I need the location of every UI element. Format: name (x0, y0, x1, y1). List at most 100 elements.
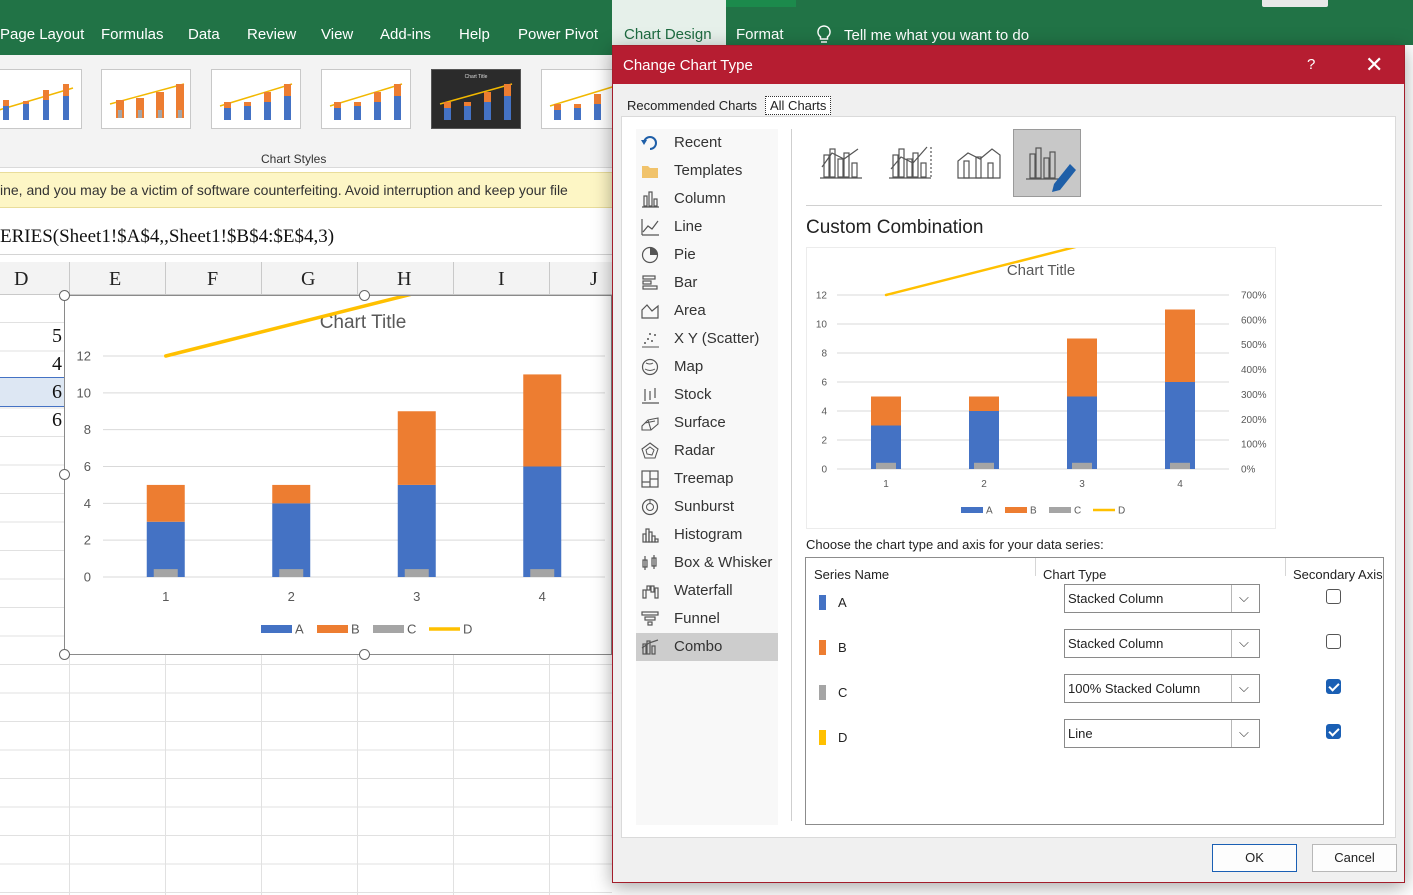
cell-value[interactable]: 6 (52, 381, 62, 404)
chart-type-pie[interactable]: Pie (636, 241, 778, 269)
bar-series-c (974, 462, 994, 469)
chart-type-surface[interactable]: Surface (636, 409, 778, 437)
chart-type-waterfall[interactable]: Waterfall (636, 577, 778, 605)
header-secondary-axis: Secondary Axis (1293, 567, 1383, 582)
subtype-column-line-secondary[interactable] (875, 129, 943, 197)
column-header-d[interactable]: D (14, 268, 28, 291)
chart-resize-handle[interactable] (359, 290, 370, 301)
subtype-area-column[interactable] (944, 129, 1012, 197)
chart-style-thumb-3[interactable] (211, 69, 301, 129)
subtype-custom-combination[interactable] (1013, 129, 1081, 197)
chart-type-column[interactable]: Column (636, 185, 778, 213)
tab-all-charts[interactable]: All Charts (765, 96, 832, 115)
chart-resize-handle[interactable] (359, 649, 370, 660)
series-name: A (838, 595, 847, 610)
chart-resize-handle[interactable] (59, 469, 70, 480)
chart-type-line[interactable]: Line (636, 213, 778, 241)
chart-resize-handle[interactable] (59, 649, 70, 660)
chart-type-label: Sunburst (674, 498, 735, 515)
tab-formulas[interactable]: Formulas (101, 26, 164, 43)
chart-type-recent[interactable]: Recent (636, 129, 778, 157)
embedded-chart[interactable]: Chart Title 0 2 4 6 8 10 12 1 2 3 4 A B C D (64, 259, 612, 655)
x-tick-label: 1 (883, 479, 889, 490)
cell-value[interactable]: 4 (52, 353, 62, 376)
chart-type-area[interactable]: Area (636, 297, 778, 325)
cell-value[interactable]: 5 (52, 325, 62, 348)
column-header-i[interactable]: I (498, 268, 505, 291)
column-header-f[interactable]: F (207, 268, 218, 291)
tab-recommended-charts[interactable]: Recommended Charts (627, 98, 757, 113)
tab-power-pivot[interactable]: Power Pivot (518, 26, 598, 43)
subtype-clustered-column-line[interactable] (806, 129, 874, 197)
chart-type-select[interactable]: Stacked Column ⌵ (1064, 584, 1260, 613)
chart-type-sunburst[interactable]: Sunburst (636, 493, 778, 521)
dialog-titlebar[interactable]: Change Chart Type ? ✕ (613, 46, 1404, 84)
secondary-axis-checkbox[interactable] (1326, 589, 1341, 604)
close-icon[interactable]: ✕ (1365, 52, 1383, 78)
chart-type-label: Recent (674, 134, 722, 151)
cell-value[interactable]: 6 (52, 409, 62, 432)
cancel-button[interactable]: Cancel (1312, 844, 1397, 872)
tell-me-search[interactable]: Tell me what you want to do (814, 24, 1029, 46)
preview-chart-plot: Chart Title 0246810120%100%200%300%400%5… (816, 219, 1267, 517)
y-tick-label: 2 (821, 436, 827, 447)
chart-style-thumb-5[interactable]: Chart Title (431, 69, 521, 129)
secondary-axis-checkbox[interactable] (1326, 634, 1341, 649)
column-header-h[interactable]: H (397, 268, 411, 291)
ok-button[interactable]: OK (1212, 844, 1297, 872)
secondary-axis-checkbox[interactable] (1326, 724, 1341, 739)
chart-type-label: Map (674, 358, 704, 375)
chart-type-templates[interactable]: Templates (636, 157, 778, 185)
chart-type-bar[interactable]: Bar (636, 269, 778, 297)
legend-label: A (295, 622, 304, 637)
legend-label: B (351, 622, 360, 637)
formula-bar[interactable]: ERIES(Sheet1!$A$4,,Sheet1!$B$4:$E$4,3) (0, 220, 612, 255)
tab-data[interactable]: Data (188, 26, 220, 43)
bar-series-a (1067, 396, 1097, 469)
chart-type-treemap[interactable]: Treemap (636, 465, 778, 493)
chevron-down-icon[interactable]: ⌵ (1239, 680, 1249, 696)
chart-style-thumb-2[interactable] (101, 69, 191, 129)
chart-type-stock[interactable]: Stock (636, 381, 778, 409)
tab-add-ins[interactable]: Add-ins (380, 26, 431, 43)
chart-type-x-y-scatter[interactable]: X Y (Scatter) (636, 325, 778, 353)
bar-series-c (279, 569, 304, 577)
chart-type-select[interactable]: Line ⌵ (1064, 719, 1260, 748)
chart-type-box-whisker[interactable]: Box & Whisker (636, 549, 778, 577)
tab-view[interactable]: View (321, 26, 353, 43)
embedded-chart-plot[interactable]: Chart Title 0246810121 2 3 4A B C D (65, 259, 611, 654)
tab-review[interactable]: Review (247, 26, 296, 43)
column-header-j[interactable]: J (590, 268, 598, 291)
tab-format[interactable]: Format (736, 26, 784, 43)
tab-page-layout[interactable]: Page Layout (0, 26, 84, 43)
chart-type-histogram[interactable]: Histogram (636, 521, 778, 549)
bar-series-a (1165, 382, 1195, 469)
chart-type-radar[interactable]: Radar (636, 437, 778, 465)
legend-swatch-a (261, 625, 292, 633)
y2-tick-label: 400% (1241, 365, 1267, 376)
chevron-down-icon[interactable]: ⌵ (1239, 725, 1249, 741)
chart-type-label: Histogram (674, 526, 743, 543)
bar-series-a (871, 425, 901, 469)
y-tick-label: 8 (821, 349, 827, 360)
column-header-g[interactable]: G (301, 268, 315, 291)
help-button[interactable]: ? (1307, 56, 1315, 73)
chevron-down-icon[interactable]: ⌵ (1239, 590, 1249, 606)
chart-type-funnel[interactable]: Funnel (636, 605, 778, 633)
chart-resize-handle[interactable] (59, 290, 70, 301)
treemap-chart-icon (641, 470, 659, 488)
tab-help[interactable]: Help (459, 26, 490, 43)
legend-label: D (1118, 506, 1125, 517)
chart-type-map[interactable]: Map (636, 353, 778, 381)
secondary-axis-checkbox[interactable] (1326, 679, 1341, 694)
chart-type-combo[interactable]: Combo (636, 633, 778, 661)
chevron-down-icon[interactable]: ⌵ (1239, 635, 1249, 651)
area-chart-icon (641, 304, 659, 319)
column-header-e[interactable]: E (109, 268, 121, 291)
chart-type-select[interactable]: Stacked Column ⌵ (1064, 629, 1260, 658)
chart-style-thumb-4[interactable] (321, 69, 411, 129)
subtype-divider (806, 205, 1382, 206)
chart-style-thumb-1[interactable] (0, 69, 82, 129)
chart-type-select[interactable]: 100% Stacked Column ⌵ (1064, 674, 1260, 703)
sign-in-button[interactable] (1262, 0, 1328, 7)
